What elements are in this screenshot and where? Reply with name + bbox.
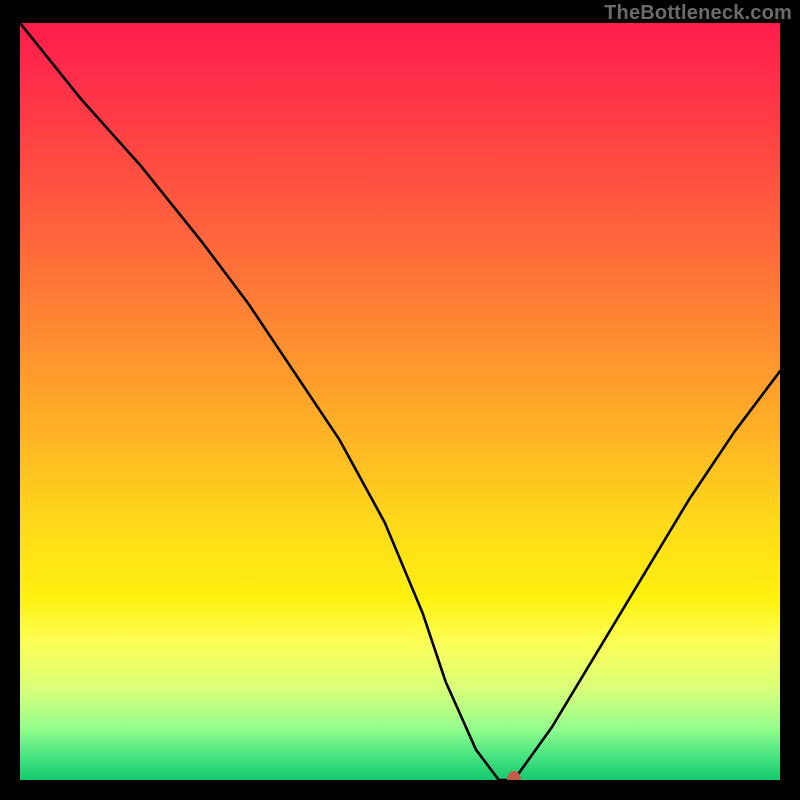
watermark-label: TheBottleneck.com bbox=[604, 2, 792, 25]
bottleneck-curve bbox=[20, 23, 780, 780]
chart-frame: TheBottleneck.com bbox=[0, 0, 800, 800]
plot-area bbox=[20, 23, 780, 780]
